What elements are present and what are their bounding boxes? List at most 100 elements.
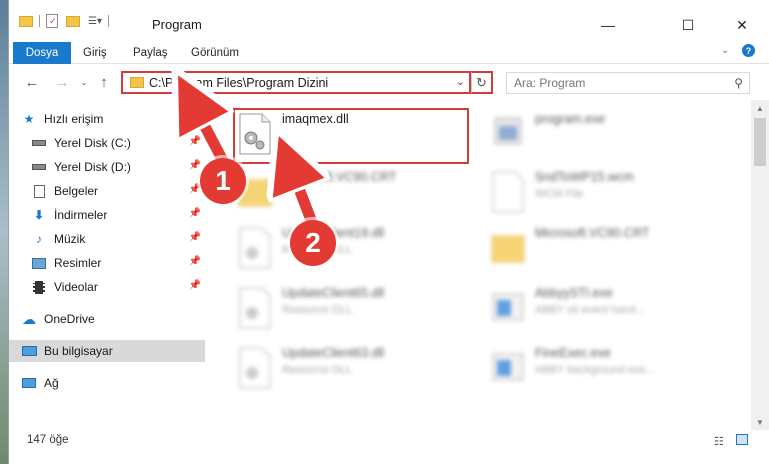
recent-locations-icon[interactable]: ⌄ <box>73 72 95 92</box>
dll-file-icon <box>236 286 274 330</box>
large-icons-view-icon[interactable] <box>736 434 748 445</box>
navigation-bar: ← → ⌄ ↑ C:\Program Files\Program Dizini … <box>9 64 769 100</box>
pin-icon: 📌 <box>188 184 201 195</box>
address-bar[interactable]: C:\Program Files\Program Dizini ⌄ <box>121 71 471 94</box>
search-icon: ⚲ <box>734 76 743 90</box>
folder-icon <box>130 77 144 88</box>
file-item[interactable]: FineExec.exe ABBY background exe... <box>487 342 722 396</box>
file-description: WCM File <box>535 188 584 200</box>
file-item[interactable]: UpdateClient63.dll Resource DLL <box>234 342 469 396</box>
help-icon[interactable]: ? <box>742 44 755 57</box>
sidebar-item-documents[interactable]: Belgeler 📌 <box>31 180 205 202</box>
file-item[interactable]: Microsoft.VC90.CRT <box>234 166 469 220</box>
tab-home[interactable]: Giriş <box>73 42 117 64</box>
file-item[interactable]: Microsoft.VC90.CRT <box>487 222 722 276</box>
file-description: Resource DLL <box>282 304 353 316</box>
sidebar-item-label: Bu bilgisayar <box>44 344 113 358</box>
star-icon: ★ <box>23 112 35 126</box>
file-name: FineExec.exe <box>535 346 611 360</box>
vertical-scrollbar[interactable]: ▲ ▼ <box>751 100 769 430</box>
cloud-icon: ☁ <box>22 310 36 327</box>
close-button[interactable]: ✕ <box>719 10 765 40</box>
minimize-button[interactable]: — <box>585 10 631 40</box>
sidebar-item-label: Hızlı erişim <box>44 112 104 126</box>
new-folder-icon[interactable] <box>66 15 80 27</box>
step-marker-2: 2 <box>290 220 336 266</box>
sidebar-item-onedrive[interactable]: ☁ OneDrive <box>21 308 217 330</box>
sidebar-item-music[interactable]: ♪ Müzik 📌 <box>31 228 205 250</box>
title-bar: ✓ ☰▾ Program — ☐ ✕ <box>9 0 769 40</box>
computer-icon <box>21 344 37 358</box>
sidebar-item-local-disk-d[interactable]: Yerel Disk (D:) 📌 <box>31 156 205 178</box>
network-icon <box>21 376 37 390</box>
window-title: Program <box>152 17 202 32</box>
file-item[interactable]: UpdateClient19.dll Resource DLL <box>234 222 469 276</box>
sidebar-item-local-disk-c[interactable]: Yerel Disk (C:) 📌 <box>31 132 205 154</box>
refresh-button[interactable]: ↻ <box>471 71 493 94</box>
file-item[interactable]: program.exe <box>487 108 722 162</box>
sidebar-item-this-pc[interactable]: Bu bilgisayar <box>9 340 205 362</box>
maximize-button[interactable]: ☐ <box>665 10 711 40</box>
sidebar-item-downloads[interactable]: ⬇ İndirmeler 📌 <box>31 204 205 226</box>
pin-icon: 📌 <box>188 136 201 147</box>
file-name: UpdateClient65.dll <box>282 286 385 300</box>
dll-file-icon <box>236 346 274 390</box>
separator <box>39 15 40 27</box>
file-icon <box>489 170 527 214</box>
file-name: program.exe <box>535 112 606 126</box>
tab-view[interactable]: Görünüm <box>181 42 249 64</box>
file-name: UpdateClient63.dll <box>282 346 385 360</box>
file-item[interactable]: AbbyySTI.exe ABBY sti event hand... <box>487 282 722 336</box>
properties-icon[interactable]: ✓ <box>46 14 58 28</box>
explorer-window: ✓ ☰▾ Program — ☐ ✕ Dosya Giriş Paylaş Gö… <box>8 0 769 464</box>
file-item[interactable]: UpdateClient65.dll Resource DLL <box>234 282 469 336</box>
search-input[interactable]: Ara: Program ⚲ <box>506 72 750 94</box>
pin-icon: 📌 <box>188 256 201 267</box>
folder-icon[interactable] <box>19 15 33 27</box>
expand-ribbon-icon[interactable]: ⌄ <box>721 45 729 56</box>
navigation-pane: ★ Hızlı erişim Yerel Disk (C:) 📌 Yerel D… <box>9 100 209 430</box>
customize-toolbar-icon[interactable]: ☰▾ <box>88 16 102 27</box>
sidebar-item-network[interactable]: Ağ <box>21 372 217 394</box>
folder-icon <box>489 226 527 270</box>
sidebar-item-pictures[interactable]: Resimler 📌 <box>31 252 205 274</box>
refresh-icon: ↻ <box>476 74 487 90</box>
file-description: ABBY background exe... <box>535 364 655 376</box>
music-icon: ♪ <box>36 232 42 246</box>
file-item[interactable]: SndToWP15.wcm WCM File <box>487 166 722 220</box>
sidebar-item-label: Ağ <box>44 376 59 390</box>
pictures-icon <box>31 256 47 270</box>
pin-icon: 📌 <box>188 160 201 171</box>
quick-access-toolbar: ✓ ☰▾ <box>19 14 109 28</box>
sidebar-item-videos[interactable]: Videolar 📌 <box>31 276 205 298</box>
address-path: C:\Program Files\Program Dizini <box>149 75 329 90</box>
file-description: ABBY sti event hand... <box>535 304 645 316</box>
back-arrow-icon[interactable]: ← <box>21 72 43 92</box>
forward-arrow-icon[interactable]: → <box>51 72 73 92</box>
status-bar: 147 öğe ☷ <box>9 430 769 464</box>
documents-icon <box>31 184 47 198</box>
file-name: SndToWP15.wcm <box>535 170 634 184</box>
videos-icon <box>31 280 47 294</box>
sidebar-item-quick-access[interactable]: ★ Hızlı erişim <box>21 108 217 130</box>
tab-share[interactable]: Paylaş <box>123 42 178 64</box>
separator <box>107 15 109 27</box>
sidebar-item-label: Müzik <box>54 232 86 246</box>
details-view-icon[interactable]: ☷ <box>714 435 724 448</box>
sidebar-item-label: Resimler <box>54 256 102 270</box>
scroll-thumb[interactable] <box>754 118 766 166</box>
sidebar-item-label: Yerel Disk (C:) <box>54 136 131 150</box>
scroll-up-icon[interactable]: ▲ <box>751 100 769 116</box>
search-placeholder: Ara: Program <box>514 76 586 90</box>
exe-file-icon <box>489 112 527 156</box>
ribbon-tabs: Dosya Giriş Paylaş Görünüm ⌄ ? <box>9 40 769 96</box>
sidebar-item-label: OneDrive <box>44 312 95 326</box>
pin-icon: 📌 <box>188 232 201 243</box>
chevron-down-icon[interactable]: ⌄ <box>456 75 465 88</box>
scroll-down-icon[interactable]: ▼ <box>751 414 769 430</box>
sidebar-item-label: Belgeler <box>54 184 99 198</box>
dll-file-icon <box>236 226 274 270</box>
file-description: Resource DLL <box>282 364 353 376</box>
up-arrow-icon[interactable]: ↑ <box>93 72 115 92</box>
file-name: Microsoft.VC90.CRT <box>282 170 397 184</box>
